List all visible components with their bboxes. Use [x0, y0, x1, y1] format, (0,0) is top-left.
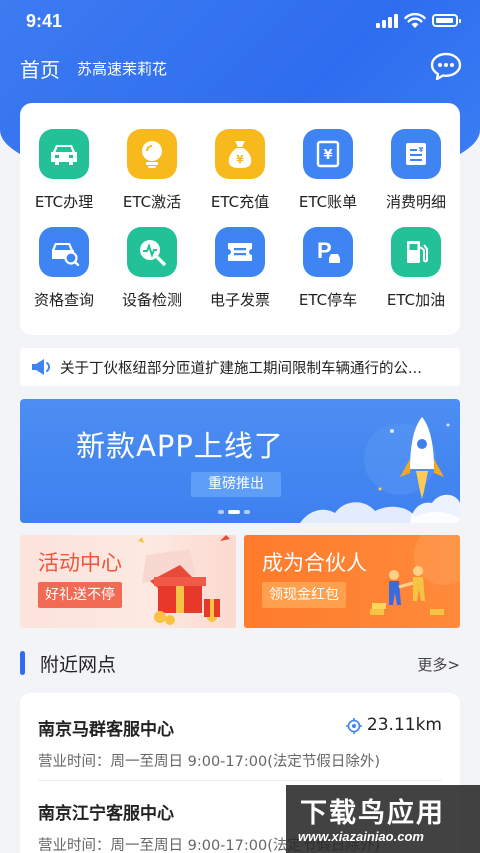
service-label: ETC停车	[298, 291, 358, 309]
page-title[interactable]: 首页	[20, 54, 60, 83]
fuel-icon	[391, 227, 441, 277]
partner-illustration	[370, 535, 460, 615]
service-label: 资格查询	[33, 291, 94, 309]
services-grid: ETC办理 ETC激活 ¥ ETC充值 ¥ ETC账单 ¥ 消费明细 资格查询 …	[20, 103, 460, 335]
service-etc-parking[interactable]: P ETC停车	[284, 227, 372, 310]
promo-banner[interactable]: 新款APP上线了 重磅推出	[20, 399, 460, 523]
service-label: 消费明细	[385, 193, 446, 211]
parking-icon: P	[303, 227, 353, 277]
nearby-section-header: 附近网点 更多>	[20, 648, 460, 678]
svg-text:¥: ¥	[323, 148, 332, 163]
bill-icon: ¥	[303, 129, 353, 179]
service-label: ETC账单	[298, 193, 358, 211]
watermark-url: www.xiazainiao.com	[298, 829, 424, 844]
divider	[38, 780, 442, 781]
app-subtitle: 苏高速茉莉花	[77, 60, 168, 78]
ticket-icon	[215, 227, 265, 277]
service-label: ETC办理	[34, 193, 94, 211]
location-icon	[346, 718, 362, 734]
megaphone-icon	[32, 359, 50, 375]
partner-title: 成为合伙人	[262, 551, 367, 575]
service-label: 电子发票	[209, 291, 270, 309]
watermark: 下载鸟应用 www.xiazainiao.com	[286, 785, 480, 853]
banner-button[interactable]: 重磅推出	[191, 472, 281, 497]
service-etc-activate[interactable]: ETC激活	[108, 129, 196, 212]
receipt-icon: ¥	[391, 129, 441, 179]
signal-icon	[376, 14, 398, 28]
svg-text:¥: ¥	[236, 153, 244, 166]
branch-hours: 营业时间：周一至周日 9:00-17:00(法定节假日除外)	[38, 754, 381, 770]
service-label: ETC激活	[122, 193, 182, 211]
device-check-icon	[127, 227, 177, 277]
activity-center-card[interactable]: 活动中心 好礼送不停	[20, 535, 236, 628]
service-label: 设备检测	[121, 291, 182, 309]
activity-center-tag: 好礼送不停	[38, 582, 122, 608]
service-eligibility-query[interactable]: 资格查询	[20, 227, 108, 310]
banner-title: 新款APP上线了	[76, 429, 284, 463]
service-etc-fuel[interactable]: ETC加油	[372, 227, 460, 310]
more-link[interactable]: 更多>	[417, 654, 460, 675]
partner-tag: 领现金红包	[262, 582, 346, 608]
service-etc-bill[interactable]: ¥ ETC账单	[284, 129, 372, 212]
activity-center-title: 活动中心	[38, 551, 122, 575]
partner-card[interactable]: 成为合伙人 领现金红包	[244, 535, 460, 628]
wifi-icon	[404, 12, 426, 28]
notice-bar[interactable]: 关于丁伙枢纽部分匝道扩建施工期间限制车辆通行的公...	[20, 348, 460, 386]
service-etc-apply[interactable]: ETC办理	[20, 129, 108, 212]
svg-text:¥: ¥	[419, 146, 424, 154]
car-icon	[39, 129, 89, 179]
message-icon[interactable]	[430, 52, 462, 80]
status-bar: 9:41	[0, 0, 480, 44]
watermark-title: 下载鸟应用	[300, 798, 445, 829]
status-time: 9:41	[26, 11, 63, 31]
list-item[interactable]: 南京马群客服中心 23.11km 营业时间：周一至周日 9:00-17:00(法…	[38, 715, 442, 771]
section-title: 附近网点	[40, 654, 117, 676]
header: 首页 苏高速茉莉花	[0, 52, 480, 82]
branch-distance: 23.11km	[366, 715, 442, 735]
car-search-icon	[39, 227, 89, 277]
section-accent	[20, 651, 25, 675]
money-bag-icon: ¥	[215, 129, 265, 179]
service-label: ETC加油	[386, 291, 446, 309]
service-label: ETC充值	[210, 193, 270, 211]
service-e-invoice[interactable]: 电子发票	[196, 227, 284, 310]
service-etc-recharge[interactable]: ¥ ETC充值	[196, 129, 284, 212]
activate-icon	[127, 129, 177, 179]
gift-box-illustration	[138, 535, 230, 625]
battery-icon	[432, 14, 461, 27]
service-device-check[interactable]: 设备检测	[108, 227, 196, 310]
service-consumption-details[interactable]: ¥ 消费明细	[372, 129, 460, 212]
notice-text: 关于丁伙枢纽部分匝道扩建施工期间限制车辆通行的公...	[60, 361, 422, 377]
